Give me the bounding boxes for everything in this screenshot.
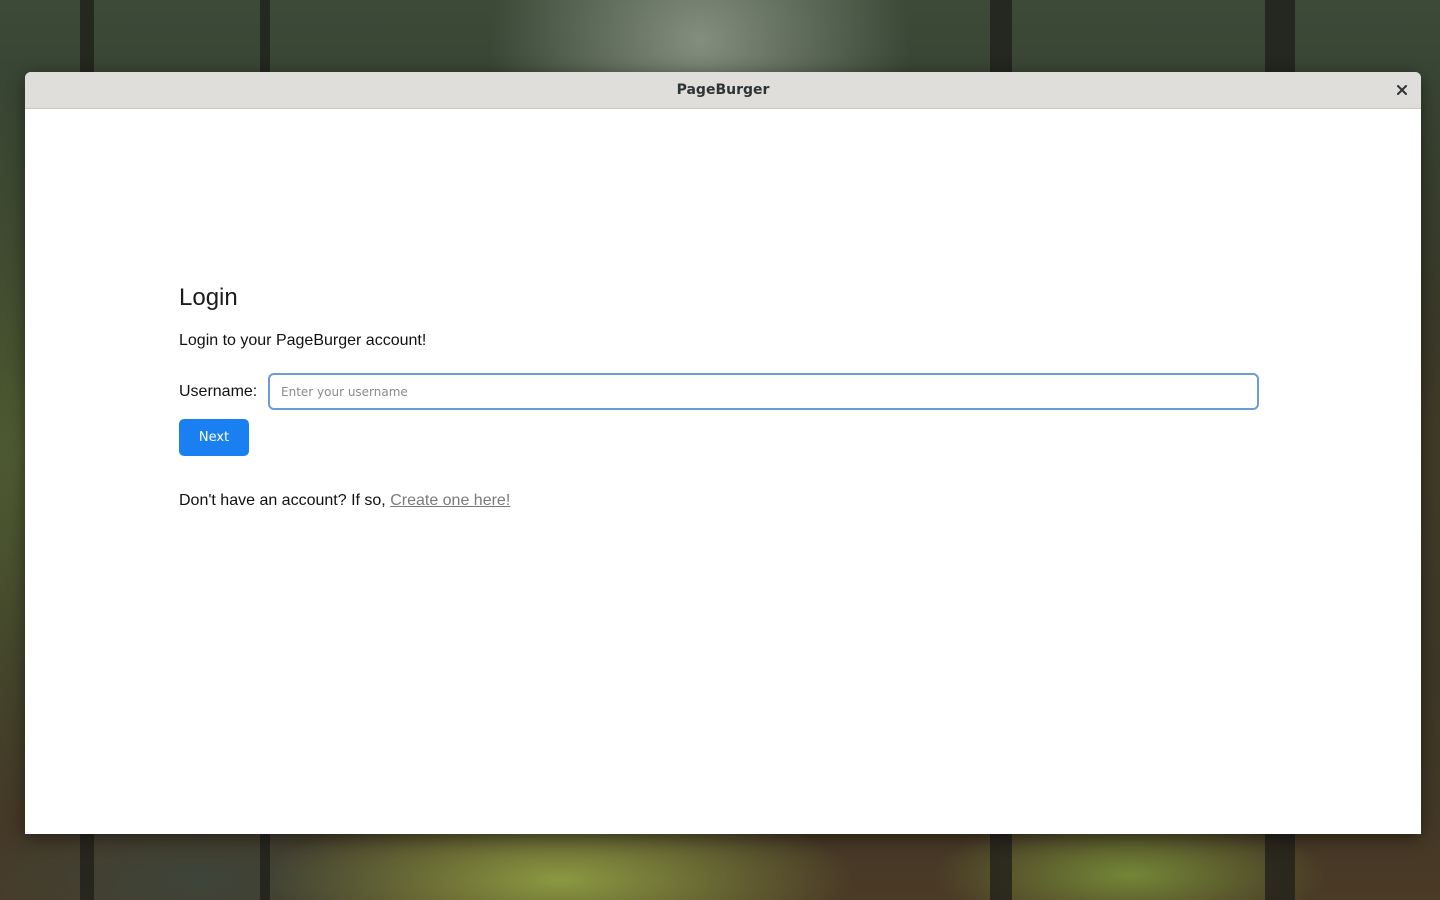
page-title: Login [179,284,238,311]
login-subtitle: Login to your PageBurger account! [179,332,427,349]
app-window: PageBurger Login Login to your PageBurge… [25,72,1421,834]
create-account-link[interactable]: Create one here! [390,492,510,509]
signup-prompt: Don't have an account? If so, Create one… [179,491,1260,511]
username-input[interactable] [268,373,1259,410]
login-form: Login Login to your PageBurger account! … [179,284,1260,511]
window-title: PageBurger [676,82,770,98]
username-row: Username: [179,373,1260,410]
close-icon [1397,85,1407,95]
signup-prompt-text: Don't have an account? If so, [179,492,391,509]
title-bar[interactable]: PageBurger [25,72,1421,109]
username-label: Username: [179,382,258,400]
next-button[interactable]: Next [179,419,249,456]
close-button[interactable] [1393,81,1411,99]
